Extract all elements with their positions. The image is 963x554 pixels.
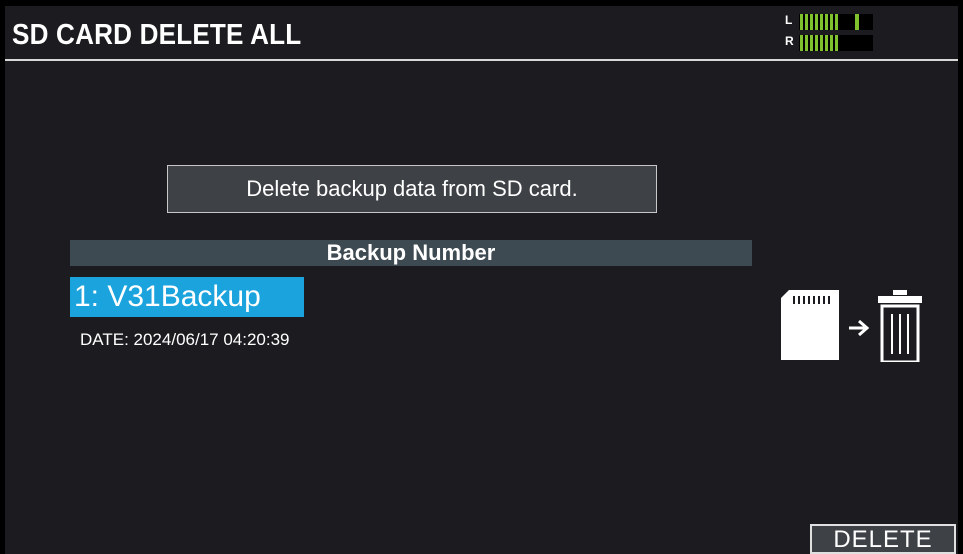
sd-card-delete-all-screen: SD CARD DELETE ALL L R Delete backup dat… bbox=[5, 6, 958, 554]
level-meter-left-segment bbox=[830, 14, 833, 30]
level-meter-left-segment bbox=[800, 14, 803, 30]
level-meter-left: L bbox=[785, 12, 885, 30]
level-meter-left-track bbox=[799, 14, 873, 30]
backup-list-item-selected[interactable]: 1: V31Backup bbox=[70, 277, 304, 317]
sd-card-icon bbox=[781, 290, 839, 360]
level-meter-right-segment bbox=[835, 35, 838, 51]
level-meter-right-segment bbox=[825, 35, 828, 51]
level-meter-left-segment bbox=[835, 14, 838, 30]
level-meter-right-segment bbox=[810, 35, 813, 51]
screen-header: SD CARD DELETE ALL L R bbox=[5, 6, 958, 61]
level-meter-left-segment bbox=[810, 14, 813, 30]
level-meter-right-segment bbox=[815, 35, 818, 51]
screen-title: SD CARD DELETE ALL bbox=[12, 19, 302, 51]
backup-date: DATE: 2024/06/17 04:20:39 bbox=[80, 330, 290, 349]
sd-to-trash-icon-group bbox=[781, 290, 922, 362]
level-meter: L R bbox=[785, 12, 885, 52]
level-meter-left-segment bbox=[815, 14, 818, 30]
level-meter-left-segment bbox=[825, 14, 828, 30]
delete-button[interactable]: DELETE bbox=[810, 524, 956, 554]
level-meter-left-peak bbox=[855, 14, 859, 30]
level-meter-left-segment bbox=[805, 14, 808, 30]
level-meter-left-label: L bbox=[785, 13, 793, 27]
message-box: Delete backup data from SD card. bbox=[167, 165, 657, 213]
backup-number-header: Backup Number bbox=[70, 240, 752, 266]
level-meter-right-track bbox=[799, 35, 873, 51]
level-meter-left-segment bbox=[820, 14, 823, 30]
level-meter-right-segment bbox=[830, 35, 833, 51]
trash-icon bbox=[878, 290, 922, 362]
arrow-right-icon bbox=[849, 319, 870, 337]
level-meter-right: R bbox=[785, 33, 885, 51]
level-meter-right-segment bbox=[805, 35, 808, 51]
level-meter-right-label: R bbox=[785, 34, 794, 48]
level-meter-right-segment bbox=[820, 35, 823, 51]
level-meter-right-segment bbox=[800, 35, 803, 51]
